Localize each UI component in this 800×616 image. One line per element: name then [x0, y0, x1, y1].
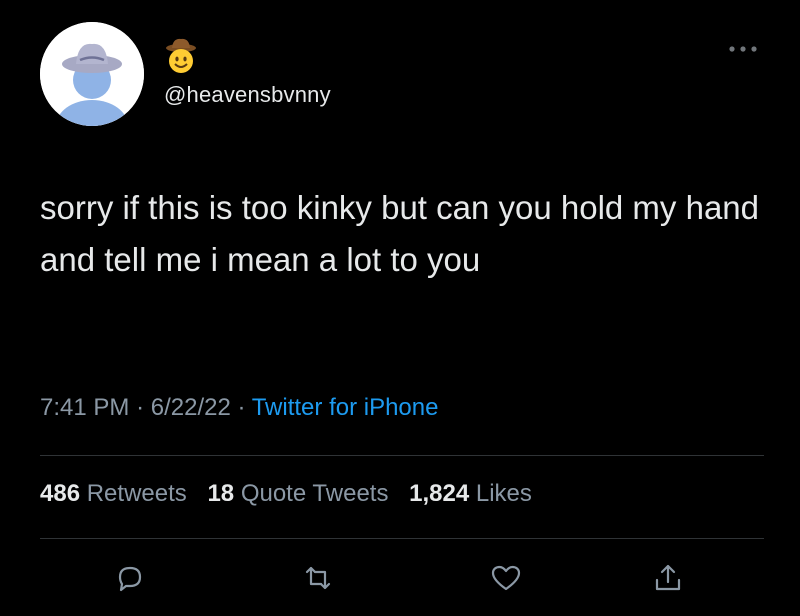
divider	[40, 538, 764, 539]
retweets-count: 486	[40, 480, 81, 507]
meta-separator: ·	[136, 394, 145, 421]
retweet-icon[interactable]	[302, 562, 334, 594]
cowboy-hat-face-emoji	[164, 36, 198, 76]
user-handle[interactable]: @heavensbvnny	[164, 82, 331, 108]
retweets-stat[interactable]: 486 Retweets	[40, 480, 187, 508]
likes-label: Likes	[475, 480, 532, 507]
tweet-stats: 486 Retweets 18 Quote Tweets 1,824 Likes	[40, 480, 546, 508]
divider	[40, 455, 764, 456]
tweet-text: sorry if this is too kinky but can you h…	[40, 189, 760, 278]
likes-count: 1,824	[409, 480, 470, 507]
tweet-meta: 7:41 PM · 6/22/22 · Twitter for iPhone	[40, 394, 438, 422]
tweet-date[interactable]: 6/22/22	[151, 394, 231, 421]
tweet-card: @heavensbvnny sorry if this is too kinky…	[0, 0, 800, 616]
meta-separator: ·	[237, 394, 246, 421]
like-icon[interactable]	[490, 562, 522, 594]
more-options-icon[interactable]	[726, 42, 760, 56]
quote-tweets-label: Quote Tweets	[240, 480, 389, 507]
quote-tweets-count: 18	[207, 480, 235, 507]
reply-icon[interactable]	[114, 562, 146, 594]
retweets-label: Retweets	[86, 480, 187, 507]
tweet-source-link[interactable]: Twitter for iPhone	[252, 394, 439, 421]
tweet-time: 7:41 PM	[40, 394, 130, 421]
avatar[interactable]	[40, 22, 144, 126]
share-icon[interactable]	[652, 562, 684, 594]
likes-stat[interactable]: 1,824 Likes	[409, 480, 532, 508]
quote-tweets-stat[interactable]: 18 Quote Tweets	[207, 480, 388, 508]
